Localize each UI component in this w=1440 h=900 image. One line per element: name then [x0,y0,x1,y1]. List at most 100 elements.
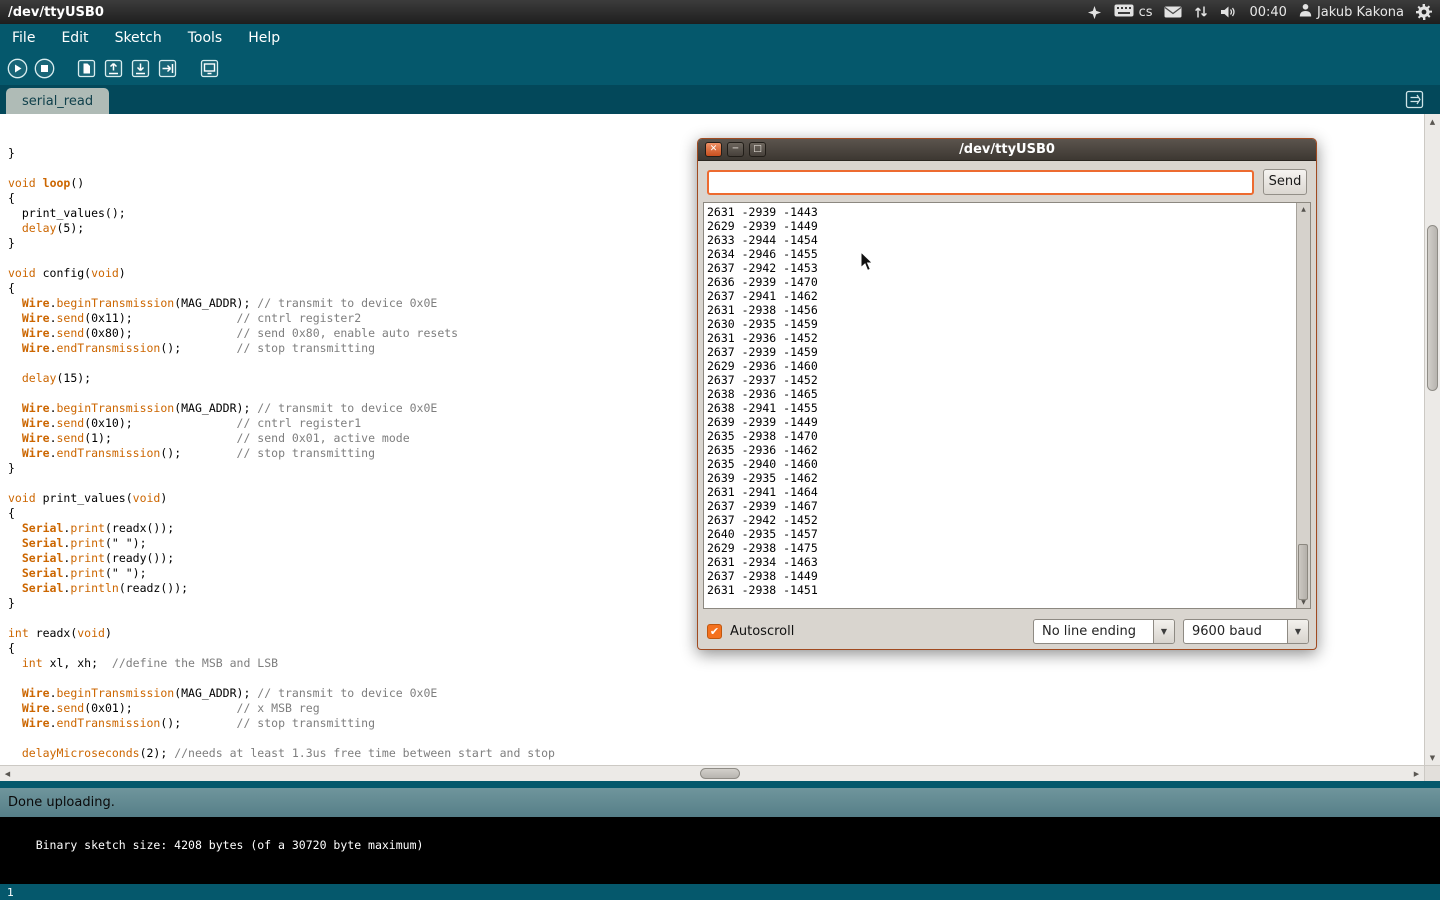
serial-line: 2637 -2941 -1462 [707,289,1296,303]
clock-indicator[interactable]: 00:40 [1249,5,1286,20]
tabbar: serial_read [0,85,1440,114]
serial-output-scrollbar[interactable]: ▲ ▼ [1296,203,1310,608]
keyboard-layout-label: cs [1139,5,1153,20]
keyboard-icon [1114,4,1134,21]
close-icon[interactable]: ✕ [705,142,722,157]
editor-hscroll-thumb[interactable] [700,768,740,779]
autoscroll-label: Autoscroll [730,624,794,639]
serial-monitor-window: /dev/ttyUSB0 ✕ ─ □ Send 2631 -2939 -1443… [697,138,1317,650]
menu-help[interactable]: Help [248,30,280,46]
open-sketch-button[interactable] [103,58,124,79]
menu-file[interactable]: File [12,30,35,46]
serial-line: 2629 -2939 -1449 [707,219,1296,233]
code-line: Wire.send(0x01); // x MSB reg [8,701,1424,716]
serial-line: 2639 -2935 -1462 [707,471,1296,485]
serial-line: 2640 -2935 -1457 [707,527,1296,541]
baud-rate-value: 9600 baud [1184,620,1287,643]
serial-scroll-thumb[interactable] [1298,544,1308,600]
line-number-bar: 1 [0,884,1440,900]
tab-label: serial_read [22,94,93,109]
clock-label: 00:40 [1249,5,1286,20]
send-button[interactable]: Send [1263,169,1307,195]
serial-monitor-titlebar[interactable]: /dev/ttyUSB0 ✕ ─ □ [698,139,1316,161]
scroll-up-arrow-icon[interactable]: ▲ [1297,203,1310,215]
serial-line: 2639 -2939 -1449 [707,415,1296,429]
serial-line: 2631 -2936 -1452 [707,331,1296,345]
network-transfer-icon[interactable] [1194,5,1208,19]
mail-icon[interactable] [1164,6,1182,18]
serial-output: 2631 -2939 -14432629 -2939 -14492633 -29… [704,203,1296,608]
menu-edit[interactable]: Edit [61,30,88,46]
chevron-down-icon[interactable]: ▼ [1287,620,1308,643]
serial-line: 2631 -2939 -1443 [707,205,1296,219]
scroll-down-arrow-icon[interactable]: ▼ [1425,750,1440,765]
autoscroll-checkbox[interactable]: ✔ [707,624,722,639]
user-icon [1299,3,1312,21]
toolbar [0,52,1440,85]
console-output: Binary sketch size: 4208 bytes (of a 307… [0,817,1440,884]
new-sketch-button[interactable] [76,58,97,79]
menu-sketch[interactable]: Sketch [115,30,162,46]
serial-line: 2629 -2938 -1475 [707,541,1296,555]
separator-strip [0,781,1440,788]
serial-line: 2637 -2938 -1449 [707,569,1296,583]
serial-line: 2629 -2936 -1460 [707,359,1296,373]
panel-window-title: /dev/ttyUSB0 [8,5,104,20]
editor-vscroll-thumb[interactable] [1427,225,1438,391]
serial-line: 2635 -2938 -1470 [707,429,1296,443]
serial-line: 2631 -2934 -1463 [707,555,1296,569]
scroll-down-arrow-icon[interactable]: ▼ [1297,596,1310,608]
serial-line: 2633 -2944 -1454 [707,233,1296,247]
code-line [8,731,1424,746]
panel-indicators: cs 00:40 Jakub Kakona [1087,3,1432,21]
scroll-left-arrow-icon[interactable]: ◀ [0,766,15,781]
serial-line: 2635 -2940 -1460 [707,457,1296,471]
serial-line: 2634 -2946 -1455 [707,247,1296,261]
chevron-down-icon[interactable]: ▼ [1153,620,1174,643]
window-controls: ✕ ─ □ [705,142,766,157]
serial-input[interactable] [707,170,1254,195]
code-line [8,671,1424,686]
serial-line: 2631 -2938 -1451 [707,583,1296,597]
top-panel: /dev/ttyUSB0 cs 00:40 [0,0,1440,24]
line-ending-value: No line ending [1034,620,1153,643]
keyboard-layout-indicator[interactable]: cs [1114,4,1153,21]
serial-monitor-button[interactable] [199,58,220,79]
tab-serial-read[interactable]: serial_read [6,88,109,114]
minimize-icon[interactable]: ─ [727,142,744,157]
upload-button[interactable] [157,58,178,79]
code-line: int xl, xh; //define the MSB and LSB [8,656,1424,671]
menu-tools[interactable]: Tools [188,30,223,46]
serial-input-row: Send [698,161,1316,195]
baud-rate-dropdown[interactable]: 9600 baud ▼ [1183,619,1309,644]
editor-horizontal-scrollbar[interactable]: ◀ ▶ [0,765,1424,781]
code-line: delayMicroseconds(2); //needs at least 1… [8,746,1424,761]
save-sketch-button[interactable] [130,58,151,79]
verify-button[interactable] [7,58,28,79]
serial-monitor-title: /dev/ttyUSB0 [698,142,1316,157]
serial-line: 2637 -2942 -1452 [707,513,1296,527]
console-text: Binary sketch size: 4208 bytes (of a 307… [36,838,424,852]
serial-line: 2631 -2938 -1456 [707,303,1296,317]
serial-line: 2637 -2942 -1453 [707,261,1296,275]
serial-line: 2637 -2939 -1467 [707,499,1296,513]
maximize-icon[interactable]: □ [749,142,766,157]
tab-menu-button[interactable] [1405,90,1424,109]
stop-button[interactable] [34,58,55,79]
serial-line: 2635 -2936 -1462 [707,443,1296,457]
scroll-up-arrow-icon[interactable]: ▲ [1425,114,1440,129]
serial-line: 2637 -2939 -1459 [707,345,1296,359]
indicator-icon[interactable] [1087,5,1102,20]
mouse-cursor [860,251,874,276]
serial-line: 2631 -2941 -1464 [707,485,1296,499]
user-menu[interactable]: Jakub Kakona [1299,3,1404,21]
scroll-right-arrow-icon[interactable]: ▶ [1409,766,1424,781]
desktop: /dev/ttyUSB0 cs 00:40 [0,0,1440,900]
line-ending-dropdown[interactable]: No line ending ▼ [1033,619,1175,644]
volume-icon[interactable] [1220,5,1237,19]
serial-line: 2638 -2936 -1465 [707,387,1296,401]
code-line: Wire.beginTransmission(MAG_ADDR); // tra… [8,686,1424,701]
session-gear-icon[interactable] [1416,4,1432,20]
username-label: Jakub Kakona [1317,5,1404,20]
editor-vertical-scrollbar[interactable]: ▲ ▼ [1424,114,1440,765]
